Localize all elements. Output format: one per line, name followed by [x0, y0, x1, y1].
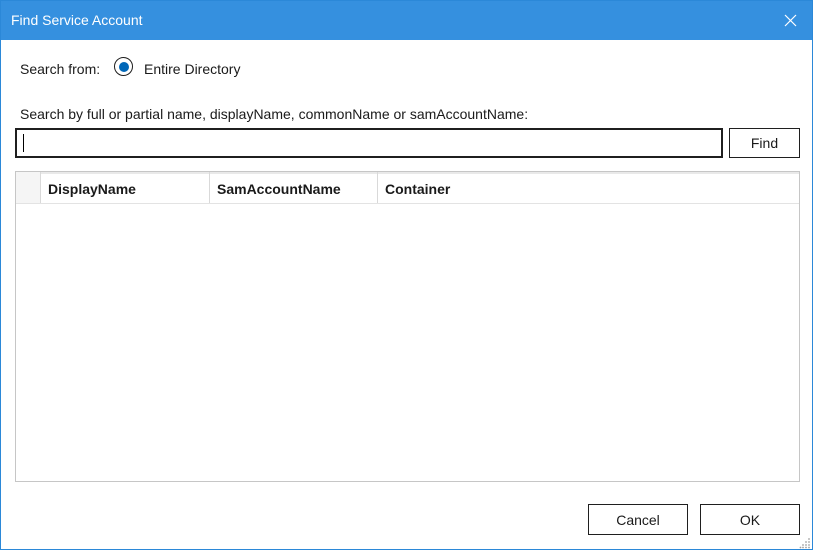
column-header-container[interactable]: Container [378, 172, 799, 203]
search-hint-label: Search by full or partial name, displayN… [20, 106, 529, 122]
close-button[interactable] [778, 9, 802, 33]
find-service-account-dialog: Find Service Account Search from: Entire… [0, 0, 813, 550]
column-header-samaccountname[interactable]: SamAccountName [210, 172, 378, 203]
close-icon [784, 14, 797, 27]
entire-directory-radio[interactable] [114, 57, 136, 79]
cancel-button[interactable]: Cancel [588, 504, 688, 535]
radio-selected-dot [118, 61, 129, 72]
row-selector-header[interactable] [16, 172, 41, 203]
resize-dots [799, 538, 810, 549]
results-grid[interactable]: DisplayName SamAccountName Container [15, 171, 800, 482]
ok-button[interactable]: OK [700, 504, 800, 535]
column-header-displayname[interactable]: DisplayName [41, 172, 210, 203]
window-title: Find Service Account [11, 12, 143, 28]
entire-directory-label[interactable]: Entire Directory [144, 61, 240, 77]
find-button[interactable]: Find [729, 128, 800, 158]
resize-grip-icon[interactable] [799, 536, 811, 549]
text-caret [23, 134, 24, 152]
title-bar: Find Service Account [1, 1, 812, 40]
search-from-label: Search from: [20, 61, 101, 77]
grid-header: DisplayName SamAccountName Container [16, 172, 799, 204]
search-input[interactable] [15, 128, 723, 158]
